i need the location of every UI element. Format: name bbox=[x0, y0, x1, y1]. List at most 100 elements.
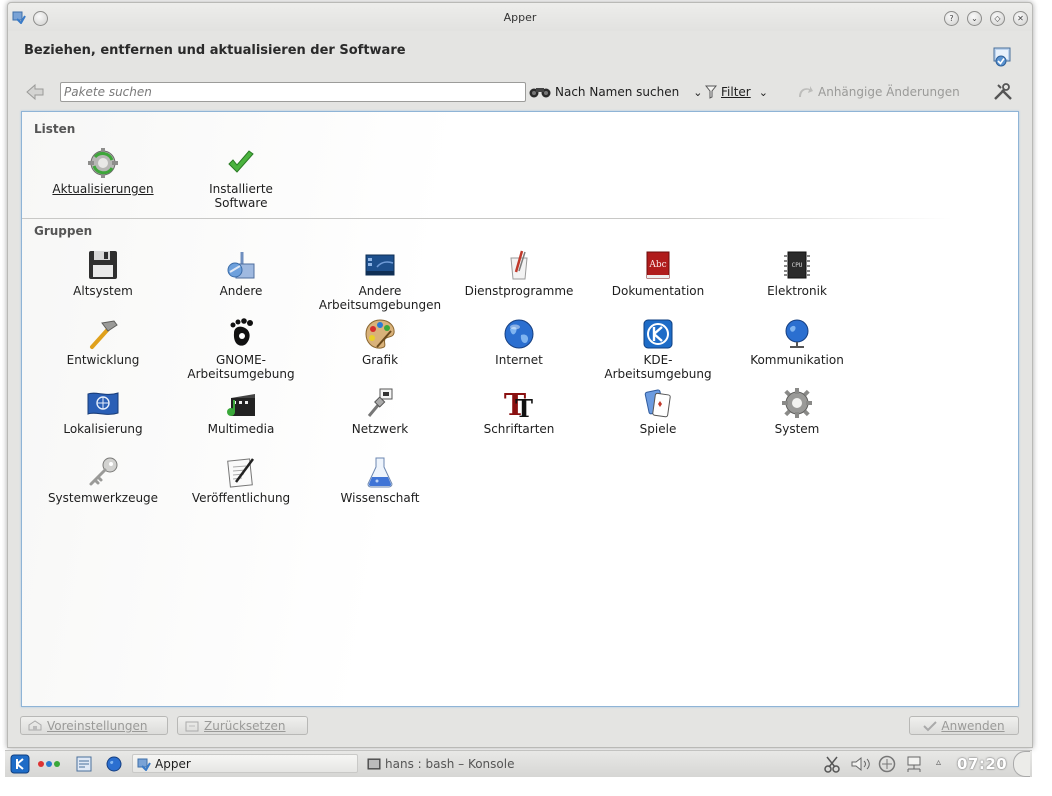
group-item-label: Altsystem bbox=[73, 284, 133, 298]
panel-toolbox-icon[interactable] bbox=[1013, 751, 1030, 777]
group-item-other[interactable]: Andere bbox=[171, 248, 311, 316]
list-item-updates[interactable]: Aktualisierungen bbox=[33, 146, 173, 214]
group-item-science[interactable]: Wissenschaft bbox=[310, 455, 450, 523]
group-item-label: Andere Arbeitsumgebungen bbox=[318, 284, 442, 312]
group-item-label: Andere bbox=[219, 284, 263, 298]
network-globe-icon bbox=[785, 319, 809, 348]
title-bar[interactable]: Apper ? ⌄ ◇ ✕ bbox=[8, 3, 1032, 31]
group-item-network[interactable]: Netzwerk bbox=[310, 386, 450, 454]
updates-gear-icon bbox=[88, 148, 118, 178]
group-item-label: Elektronik bbox=[767, 284, 827, 298]
minimize-icon[interactable]: ⌄ bbox=[967, 11, 982, 26]
close-icon[interactable]: ✕ bbox=[1013, 11, 1028, 26]
group-item-system[interactable]: System bbox=[727, 386, 867, 454]
taskbar-item-label: hans : bash – Konsole bbox=[385, 756, 515, 771]
group-item-label: Kommunikation bbox=[750, 353, 844, 367]
documentation-book-icon: Abc bbox=[646, 251, 670, 279]
chevron-down-icon: ⌄ bbox=[758, 85, 768, 99]
taskbar-item-konsole[interactable]: hans : bash – Konsole bbox=[367, 754, 587, 773]
group-item-label: Spiele bbox=[639, 422, 677, 436]
reset-label: Zurücksetzen bbox=[204, 718, 286, 733]
network-globe-icon[interactable] bbox=[105, 755, 123, 773]
group-item-multimedia[interactable]: Multimedia bbox=[171, 386, 311, 454]
volume-icon[interactable] bbox=[850, 755, 872, 773]
apply-label: Anwenden bbox=[941, 718, 1005, 733]
group-item-label: KDE- Arbeitsumgebung bbox=[604, 353, 712, 381]
group-item-games[interactable]: Spiele bbox=[588, 386, 728, 454]
group-item-legacy[interactable]: Altsystem bbox=[33, 248, 173, 316]
tray-expand-icon[interactable]: ▵ bbox=[936, 757, 941, 768]
terminal-icon bbox=[367, 758, 381, 769]
defaults-button[interactable]: Voreinstellungen bbox=[20, 716, 168, 735]
section-header-lists: Listen bbox=[34, 122, 76, 136]
taskbar-item-apper[interactable]: Apper bbox=[132, 754, 358, 773]
apper-header-icon bbox=[993, 47, 1011, 67]
clock[interactable]: 07:20 bbox=[957, 755, 1007, 773]
group-item-label: Internet bbox=[495, 353, 543, 367]
page-title: Beziehen, entfernen und aktualisieren de… bbox=[24, 43, 406, 58]
svg-text:Abc: Abc bbox=[648, 260, 666, 270]
multimedia-icon bbox=[227, 394, 255, 416]
group-item-system-tools[interactable]: Systemwerkzeuge bbox=[33, 455, 173, 523]
hammer-icon bbox=[90, 320, 118, 349]
utilities-icon bbox=[510, 250, 528, 280]
desktop-pager-icon[interactable] bbox=[75, 755, 93, 773]
globe-icon bbox=[504, 319, 534, 349]
group-item-fonts[interactable]: T T Schriftarten bbox=[449, 386, 589, 454]
content-panel: Listen Aktualisierungen Installierte Sof… bbox=[21, 111, 1019, 707]
gnome-foot-icon bbox=[230, 318, 253, 346]
filter-label: Filter bbox=[721, 85, 751, 99]
chevron-down-icon: ⌄ bbox=[693, 85, 703, 99]
svg-text:T: T bbox=[515, 394, 533, 420]
back-arrow-icon[interactable] bbox=[24, 82, 46, 102]
group-item-label: GNOME- Arbeitsumgebung bbox=[187, 353, 295, 381]
key-icon bbox=[89, 457, 118, 486]
group-item-gnome[interactable]: GNOME- Arbeitsumgebung bbox=[171, 317, 311, 385]
filter-funnel-icon bbox=[705, 85, 717, 99]
network-cable-icon bbox=[367, 388, 393, 417]
svg-text:CPU: CPU bbox=[792, 262, 803, 269]
help-icon[interactable]: ? bbox=[944, 11, 959, 26]
list-item-installed-software[interactable]: Installierte Software bbox=[171, 146, 311, 214]
binoculars-icon bbox=[529, 88, 551, 98]
update-notifier-icon[interactable] bbox=[878, 755, 896, 773]
group-item-localization[interactable]: Lokalisierung bbox=[33, 386, 173, 454]
app-window: Apper ? ⌄ ◇ ✕ Beziehen, entfernen und ak… bbox=[7, 2, 1033, 748]
kde-start-menu-icon[interactable] bbox=[10, 754, 30, 774]
apply-button[interactable]: Anwenden bbox=[909, 716, 1019, 735]
group-item-electronics[interactable]: CPU Elektronik bbox=[727, 248, 867, 316]
publishing-pen-icon bbox=[227, 458, 255, 488]
reset-button[interactable]: Zurücksetzen bbox=[177, 716, 308, 735]
group-item-publishing[interactable]: Veröffentlichung bbox=[171, 455, 311, 523]
group-item-development[interactable]: Entwicklung bbox=[33, 317, 173, 385]
group-item-label: Wissenschaft bbox=[340, 491, 420, 505]
filter-button[interactable]: Filter ⌄ bbox=[705, 83, 768, 101]
group-item-label: Entwicklung bbox=[66, 353, 140, 367]
group-item-label: Grafik bbox=[361, 353, 399, 367]
search-mode-dropdown[interactable]: Nach Namen suchen ⌄ bbox=[529, 83, 702, 101]
activities-icon[interactable] bbox=[38, 761, 62, 769]
clipboard-scissors-icon[interactable] bbox=[823, 755, 841, 773]
pending-changes-button[interactable]: Anhängige Änderungen bbox=[796, 83, 960, 101]
group-item-label: Schriftarten bbox=[483, 422, 555, 436]
other-applications-icon bbox=[227, 252, 255, 279]
network-status-icon[interactable] bbox=[905, 755, 923, 773]
group-item-communication[interactable]: Kommunikation bbox=[727, 317, 867, 385]
group-item-utilities[interactable]: Dienstprogramme bbox=[449, 248, 589, 316]
un-flag-icon bbox=[87, 392, 119, 415]
pending-changes-icon bbox=[799, 86, 813, 97]
search-input[interactable] bbox=[60, 82, 526, 102]
group-item-kde[interactable]: KDE- Arbeitsumgebung bbox=[588, 317, 728, 385]
group-item-other-desktops[interactable]: Andere Arbeitsumgebungen bbox=[310, 248, 450, 316]
settings-tools-icon[interactable] bbox=[992, 82, 1014, 102]
apply-check-icon bbox=[923, 720, 938, 731]
kde-logo-icon bbox=[643, 319, 673, 349]
group-item-graphics[interactable]: Grafik bbox=[310, 317, 450, 385]
maximize-icon[interactable]: ◇ bbox=[990, 11, 1005, 26]
apper-app-icon bbox=[137, 758, 151, 771]
palette-icon bbox=[365, 319, 395, 349]
defaults-label: Voreinstellungen bbox=[47, 718, 148, 733]
system-gear-icon bbox=[782, 388, 812, 418]
group-item-documentation[interactable]: Abc Dokumentation bbox=[588, 248, 728, 316]
group-item-internet[interactable]: Internet bbox=[449, 317, 589, 385]
